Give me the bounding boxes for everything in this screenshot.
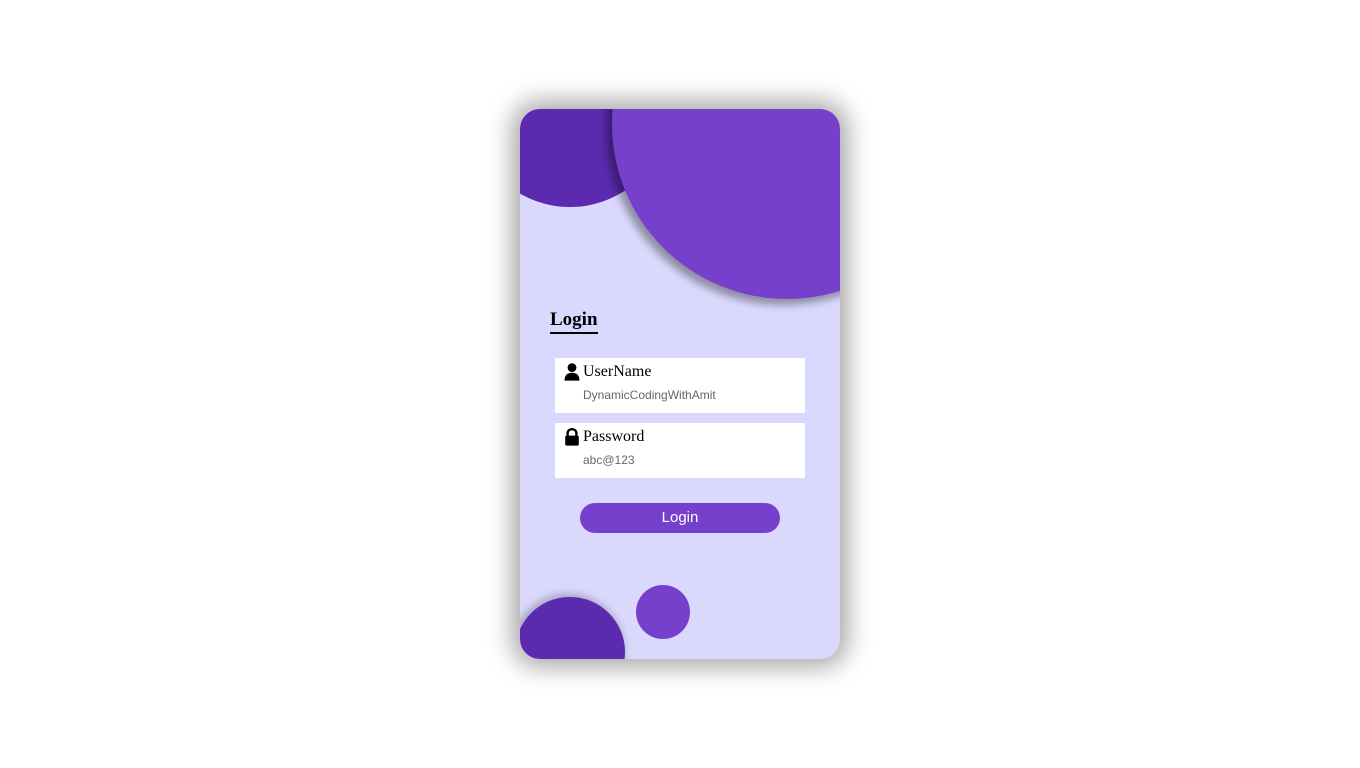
username-label-row: UserName bbox=[564, 363, 651, 381]
password-field[interactable]: Password bbox=[555, 423, 805, 478]
password-input[interactable] bbox=[583, 451, 793, 469]
decorative-circle-bottom-left bbox=[520, 597, 625, 659]
username-input[interactable] bbox=[583, 386, 793, 404]
login-heading: Login bbox=[550, 309, 598, 334]
decorative-circle-top-right bbox=[612, 109, 840, 299]
lock-icon bbox=[564, 427, 580, 446]
password-label: Password bbox=[583, 428, 645, 445]
login-card: Login UserName DynamicCodingWithAmit Pas… bbox=[520, 109, 840, 659]
password-label-row: Password bbox=[564, 427, 645, 446]
decorative-circle-bottom-mid bbox=[636, 585, 690, 639]
page: Login UserName DynamicCodingWithAmit Pas… bbox=[0, 0, 1360, 768]
username-label: UserName bbox=[583, 363, 652, 380]
user-icon bbox=[564, 363, 580, 381]
login-button[interactable]: Login bbox=[580, 503, 780, 533]
username-field[interactable]: UserName bbox=[555, 358, 805, 413]
